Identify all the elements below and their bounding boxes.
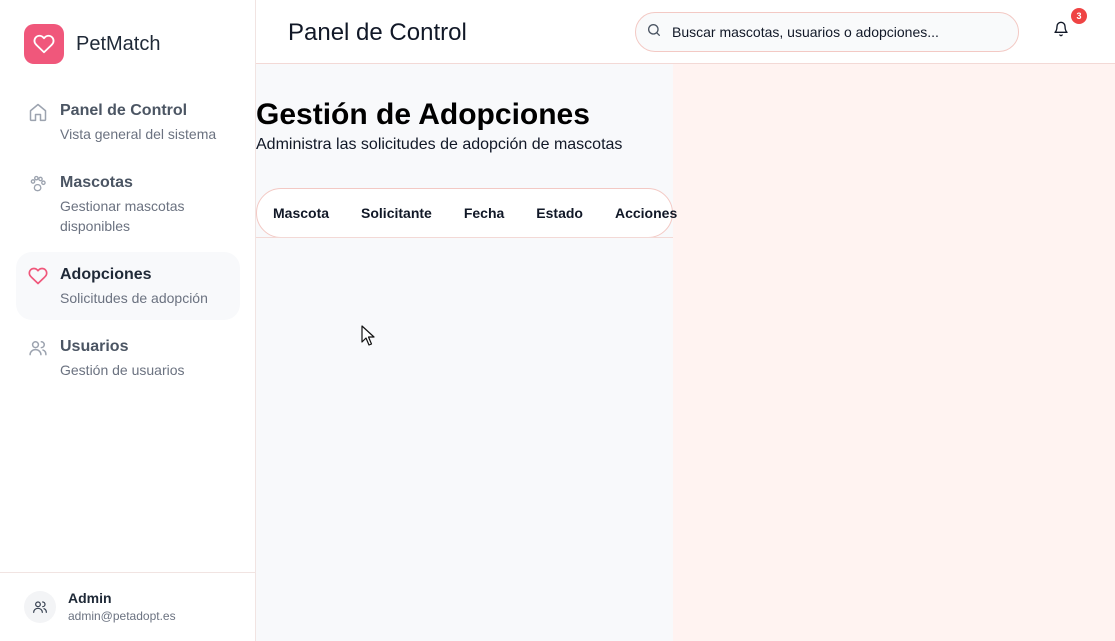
column-header-solicitante[interactable]: Solicitante [361,205,432,221]
user-email: admin@petadopt.es [68,609,176,623]
sidebar-item-desc: Solicitudes de adopción [60,290,208,306]
page-subtitle: Administra las solicitudes de adopción d… [256,136,623,153]
sidebar-item-label: Usuarios [60,338,129,355]
home-icon [26,100,50,124]
search-input[interactable] [672,24,992,40]
sidebar-item-adopciones[interactable]: Adopciones Solicitudes de adopción [16,252,240,320]
users-icon [26,336,50,360]
user-icon [33,601,47,613]
column-header-estado[interactable]: Estado [536,205,583,221]
brand[interactable]: PetMatch [24,24,160,64]
sidebar-item-desc: Gestión de usuarios [60,362,185,378]
app-root: PetMatch Panel de Control Vista general … [0,0,1115,641]
sidebar-item-label: Adopciones [60,266,152,283]
avatar [24,591,56,623]
mouse-cursor-icon [361,325,375,352]
paw-icon [26,172,50,196]
sidebar-nav: Panel de Control Vista general del siste… [16,88,240,396]
column-header-acciones[interactable]: Acciones [615,205,677,221]
user-profile[interactable]: Admin admin@petadopt.es [0,572,255,641]
heart-icon [26,264,50,288]
sidebar-item-panel-de-control[interactable]: Panel de Control Vista general del siste… [16,88,240,156]
table-divider [256,237,673,238]
adoptions-table-header: Mascota Solicitante Fecha Estado Accione… [256,188,677,238]
sidebar-item-desc: Gestionar mascotas disponibles [60,198,185,234]
column-header-fecha[interactable]: Fecha [464,205,504,221]
user-name: Admin [68,590,112,606]
page-title: Gestión de Adopciones [256,98,590,131]
top-header: Panel de Control 3 [256,0,1115,64]
sidebar: PetMatch Panel de Control Vista general … [0,0,256,641]
sidebar-item-label: Panel de Control [60,102,188,119]
sidebar-item-usuarios[interactable]: Usuarios Gestión de usuarios [16,324,240,392]
brand-name: PetMatch [76,32,161,55]
column-header-mascota[interactable]: Mascota [273,205,329,221]
search-icon [646,22,662,43]
header-title: Panel de Control [288,19,467,46]
sidebar-item-mascotas[interactable]: Mascotas Gestionar mascotas disponibles [16,160,240,248]
search-bar[interactable] [635,12,1019,52]
content-area-right [673,64,1115,641]
sidebar-item-desc: Vista general del sistema [60,126,217,142]
heart-logo-icon [24,24,64,64]
notification-badge: 3 [1071,8,1087,24]
sidebar-item-label: Mascotas [60,174,133,191]
bell-icon[interactable] [1053,20,1073,44]
